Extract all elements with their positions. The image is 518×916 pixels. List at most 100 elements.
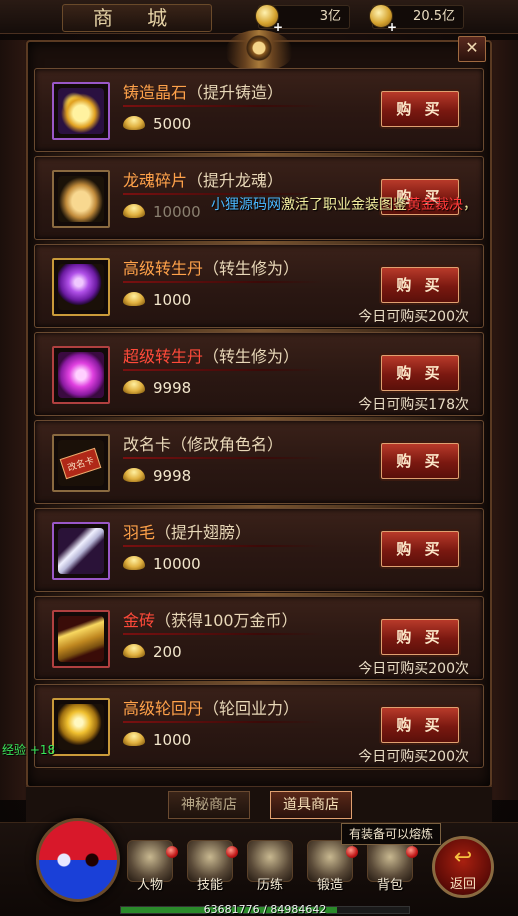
training-label: 历练	[256, 878, 283, 893]
character-label: 人物	[136, 878, 163, 893]
divider	[123, 457, 323, 459]
dragon-soul-icon	[58, 176, 104, 222]
price-value: 200	[153, 643, 182, 661]
item-desc: （提升龙魂）	[187, 171, 284, 190]
item-icon-frame	[52, 610, 110, 668]
golden-pill-icon	[58, 704, 104, 750]
buy-button[interactable]: 购 买	[381, 267, 459, 303]
dragon-crest-icon	[226, 30, 292, 70]
buy-button[interactable]: 购 买	[381, 91, 459, 127]
notification-dot-icon	[346, 846, 358, 858]
gold-amount: 3亿	[319, 9, 341, 24]
item-name: 改名卡（修改角色名）	[123, 431, 283, 455]
divider	[123, 369, 323, 371]
item-icon-frame	[52, 346, 110, 404]
item-icon-frame: 改名卡	[52, 434, 110, 492]
gold-currency[interactable]: + 3亿	[255, 4, 350, 34]
divider	[123, 105, 323, 107]
system-broadcast: 小狸源码网激活了职业金装图鉴黄金裁决，	[211, 194, 477, 214]
gold-brick-icon	[58, 616, 104, 662]
divider	[123, 545, 323, 547]
item-name: 羽毛（提升翅膀）	[123, 519, 251, 543]
bag-label: 背包	[376, 878, 403, 893]
item-price: 10000	[123, 203, 201, 225]
rename-card-label: 改名卡	[60, 447, 102, 479]
item-name: 超级转生丹（转生修为）	[123, 343, 299, 367]
item-desc: （获得100万金币）	[155, 611, 298, 630]
notification-dot-icon	[406, 846, 418, 858]
top-bar: 商 城 + 3亿 + 20.5亿	[0, 0, 518, 34]
price-value: 9998	[153, 467, 192, 485]
item-title: 改名卡	[123, 435, 172, 454]
back-button[interactable]: ↩ 返回	[432, 836, 494, 898]
ingot-icon	[123, 116, 145, 130]
price-value: 1000	[153, 731, 192, 749]
broadcast-player: 小狸源码网	[211, 197, 281, 213]
buy-button[interactable]: 购 买	[381, 619, 459, 655]
shop-item-feather: 羽毛（提升翅膀） 10000 购 买	[34, 508, 484, 596]
item-title: 高级轮回丹	[123, 699, 204, 718]
item-price: 200	[123, 643, 182, 665]
notification-dot-icon	[226, 846, 238, 858]
item-name: 铸造晶石（提升铸造）	[123, 79, 283, 103]
page-title: 商 城	[62, 4, 212, 32]
item-price: 10000	[123, 555, 201, 577]
tab-mystery-shop[interactable]: 神秘商店	[168, 791, 250, 819]
item-name: 龙魂碎片（提升龙魂）	[123, 167, 283, 191]
price-value: 9998	[153, 379, 192, 397]
smelt-tooltip: 有装备可以熔炼	[341, 823, 441, 845]
shop-tab-bar: 神秘商店 道具商店	[26, 786, 492, 822]
item-desc: （提升翅膀）	[155, 523, 252, 542]
price-value: 1000	[153, 291, 192, 309]
purple-pill-icon	[58, 264, 104, 310]
shop-item-super-rebirth-pill: 超级转生丹（转生修为） 9998 购 买 今日可购买178次	[34, 332, 484, 420]
close-button[interactable]: ✕	[458, 36, 486, 62]
training-button[interactable]: 历练	[242, 840, 298, 898]
price-value: 10000	[153, 203, 201, 221]
item-name: 高级轮回丹（轮回业力）	[123, 695, 299, 719]
tab-item-shop[interactable]: 道具商店	[270, 791, 352, 819]
back-label: 返回	[449, 877, 476, 892]
purchase-limit: 今日可购买200次	[358, 309, 469, 325]
item-price: 9998	[123, 467, 191, 489]
shop-item-gold-brick: 金砖（获得100万金币） 200 购 买 今日可购买200次	[34, 596, 484, 684]
buy-button[interactable]: 购 买	[381, 707, 459, 743]
notification-dot-icon	[166, 846, 178, 858]
broadcast-item: 黄金裁决	[407, 197, 463, 213]
rename-card-icon: 改名卡	[58, 440, 104, 486]
item-icon-frame	[52, 698, 110, 756]
forge-label: 锻造	[316, 878, 343, 893]
divider	[123, 633, 323, 635]
item-list[interactable]: 铸造晶石（提升铸造） 5000 购 买 龙魂碎片（提升龙魂） 10000 购 买…	[34, 68, 484, 770]
item-icon-frame	[52, 258, 110, 316]
purchase-limit: 今日可购买200次	[358, 661, 469, 677]
item-title: 龙魂碎片	[123, 171, 188, 190]
ingot-icon	[123, 644, 145, 658]
purchase-limit: 今日可购买200次	[358, 749, 469, 765]
buy-button[interactable]: 购 买	[381, 443, 459, 479]
price-value: 10000	[153, 555, 201, 573]
add-ingot-icon[interactable]: +	[387, 16, 397, 38]
hp-mp-orb	[36, 818, 120, 902]
buy-button[interactable]: 购 买	[381, 355, 459, 391]
item-title: 超级转生丹	[123, 347, 204, 366]
ingot-icon	[123, 380, 145, 394]
exp-gain-text: 经验 +18	[2, 743, 56, 757]
back-arrow-icon: ↩	[453, 845, 473, 870]
ingot-icon	[123, 292, 145, 306]
ingot-currency[interactable]: + 20.5亿	[369, 4, 464, 34]
broadcast-action: 激活了职业金装图鉴	[281, 197, 407, 213]
ingot-icon	[123, 556, 145, 570]
divider	[123, 721, 323, 723]
ingot-icon	[123, 732, 145, 746]
item-title: 金砖	[123, 611, 156, 630]
ingot-icon	[123, 468, 145, 482]
skills-label: 技能	[196, 878, 223, 893]
divider	[123, 281, 323, 283]
item-desc: （转生修为）	[203, 259, 300, 278]
shop-item-rename-card: 改名卡 改名卡（修改角色名） 9998 购 买	[34, 420, 484, 508]
price-value: 5000	[153, 115, 192, 133]
buy-button[interactable]: 购 买	[381, 531, 459, 567]
item-title: 羽毛	[123, 523, 156, 542]
item-name: 高级转生丹（转生修为）	[123, 255, 299, 279]
